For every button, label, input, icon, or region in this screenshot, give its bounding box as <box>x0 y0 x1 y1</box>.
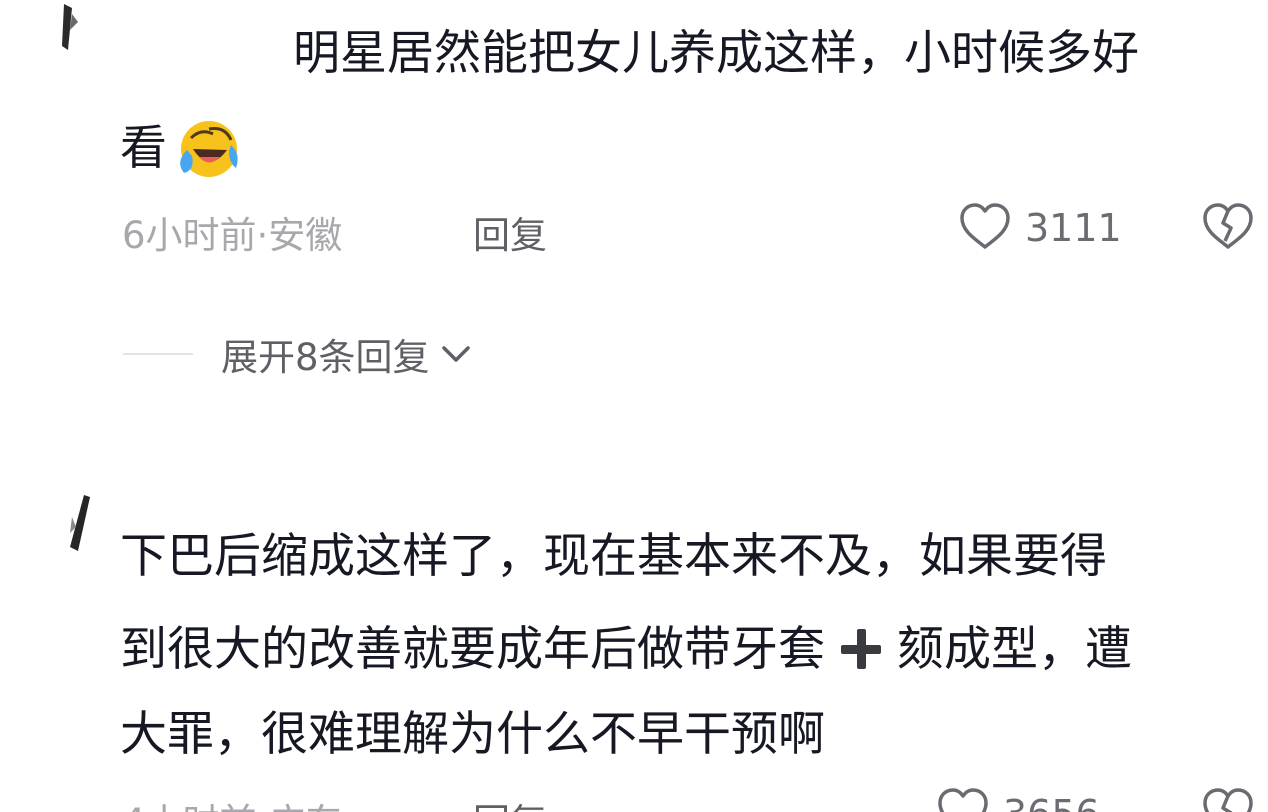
reply-button[interactable]: 回复 <box>473 792 547 812</box>
broken-heart-icon[interactable] <box>1200 201 1256 253</box>
heart-icon[interactable] <box>935 786 991 812</box>
heart-icon[interactable] <box>957 201 1013 253</box>
divider-line <box>123 353 193 355</box>
comment-text-line: 到很大的改善就要成年后做带牙套 颏成型，遭 <box>120 625 1132 673</box>
comment-meta: 6小时前·安徽 <box>122 214 343 257</box>
comment-text-line: 大罪，很难理解为什么不早干预啊 <box>120 707 825 762</box>
expand-replies-button[interactable]: 展开8条回复 <box>123 327 474 381</box>
comment-text-line: 明星居然能把女儿养成这样，小时候多好 <box>293 26 1139 81</box>
avatar[interactable] <box>58 0 80 52</box>
like-count: 3111 <box>1025 206 1122 250</box>
expand-replies-label: 展开8条回复 <box>221 336 430 379</box>
broken-heart-icon[interactable] <box>1200 786 1256 812</box>
heavy-plus-icon <box>837 625 885 673</box>
comment-text-line: 看 <box>120 118 241 178</box>
laughing-crying-face-icon <box>175 118 241 178</box>
comment-text-fragment: 到很大的改善就要成年后做带牙套 <box>120 621 825 677</box>
like-count: 3656 <box>1003 792 1100 812</box>
reply-button[interactable]: 回复 <box>473 205 547 259</box>
comment-meta: 4小时前·广东 <box>122 792 342 812</box>
comment-text-fragment: 颏成型，遭 <box>897 621 1132 677</box>
comment-list: 明星居然能把女儿养成这样，小时候多好 看 6小时前·安徽 回复 3111 展开8… <box>0 0 1268 812</box>
chevron-down-icon <box>438 341 474 367</box>
comment-text-line: 下巴后缩成这样了，现在基本来不及，如果要得 <box>120 529 1107 584</box>
comment-text-fragment: 看 <box>120 120 167 176</box>
avatar[interactable] <box>66 493 94 555</box>
